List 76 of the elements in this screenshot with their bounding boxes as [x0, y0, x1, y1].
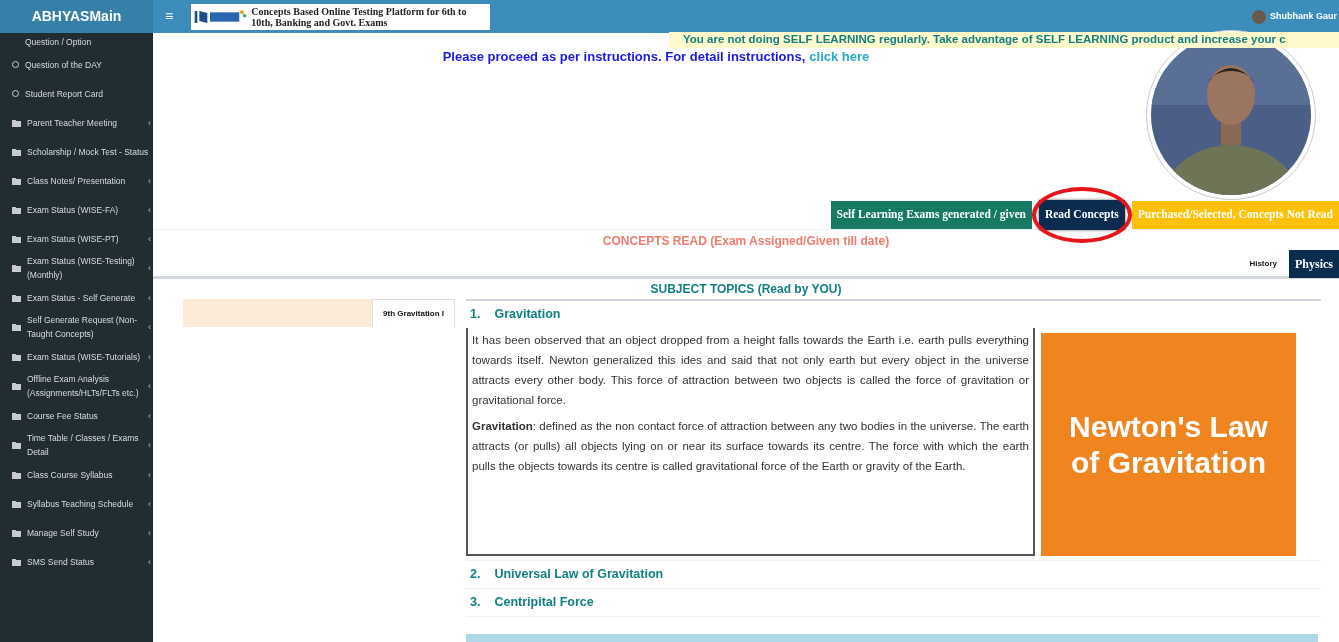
subject-tab[interactable]: Physics [1289, 249, 1339, 278]
topic-paragraph: It has been observed that an object dropped from a height falls towards the Earth i.e. earth pulls everything towards itself. Newton generalized this ides and said that not only earth but every object in the universe attracts every other body. This force of attraction between two objects is called the force of gravitation or gravitational force. [472, 333, 1029, 408]
chevron-icon: ‹ [148, 202, 151, 217]
user-name[interactable]: Shubhank Gaur [1270, 9, 1337, 24]
topic-header[interactable]: 1. Gravitation [466, 301, 1321, 328]
chevron-icon: ‹ [148, 525, 151, 540]
sidebar-item[interactable]: Self Generate Request (Non-Taught Concepts) ‹ [0, 312, 153, 342]
folder-icon [12, 470, 21, 479]
instructions-text: Please proceed as per instructions. For detail instructions, [442, 48, 806, 66]
sidebar-item[interactable]: Exam Status (WISE-Tutorials) ‹ [0, 342, 153, 371]
logo-tagline: Concepts Based Online Testing Platform for 6th to 10th, Banking and Govt. Exams [251, 5, 468, 28]
topic-number: 1. [470, 306, 481, 324]
chevron-icon: ‹ [148, 438, 151, 452]
brand-title: ABHYASMain [31, 7, 122, 26]
topic-title: Centripital Force [494, 594, 594, 612]
sidebar-item[interactable]: SMS Send Status ‹ [0, 547, 153, 576]
chevron-icon: ‹ [148, 467, 151, 482]
sidebar-item[interactable]: Time Table / Classes / Exams Detail ‹ [0, 430, 153, 460]
chevron-icon: ‹ [148, 408, 151, 423]
topic-number: 2. [470, 566, 481, 584]
folder-icon [12, 411, 21, 420]
chevron-icon: ‹ [148, 320, 151, 334]
folder-icon [12, 264, 21, 272]
folder-icon [12, 528, 21, 537]
folder-icon [12, 323, 21, 331]
sidebar-item[interactable]: Exam Status - Self Generate ‹ [0, 283, 153, 312]
chapter-tab[interactable]: 9th Gravitation I [372, 299, 455, 328]
chevron-icon: ‹ [148, 115, 151, 130]
chevron-icon: ‹ [148, 231, 151, 246]
chevron-icon: ‹ [148, 379, 151, 393]
sidebar-item[interactable]: Manage Self Study ‹ [0, 518, 153, 547]
folder-icon [12, 441, 21, 449]
folder-icon [12, 118, 21, 127]
folder-icon [12, 352, 21, 361]
sidebar-item[interactable]: Class Course Syllabus ‹ [0, 460, 153, 489]
sidebar-item[interactable]: Parent Teacher Meeting ‹ [0, 108, 153, 137]
topic-paragraph: Gravitation: defined as the non contact force of attraction between any two bodies in the universe. The earth attracts (or pulls) all objects lying on or near its surface towards its centre. The force with which the earth pulls the objects towards its centre is called gravitational force of the Earth or gravity of the Earth. [472, 419, 1029, 474]
folder-icon [12, 557, 21, 566]
topics-heading: SUBJECT TOPICS (Read by YOU) [650, 281, 842, 298]
folder-icon [12, 234, 21, 243]
topic-number: 3. [470, 594, 481, 612]
sidebar-item[interactable]: Exam Status (WISE-FA) ‹ [0, 195, 153, 224]
folder-icon [12, 147, 21, 156]
topic-title: Universal Law of Gravitation [494, 566, 664, 584]
chevron-icon: ‹ [148, 496, 151, 511]
topic-title: Gravitation [494, 306, 561, 324]
notice-text: You are not doing SELF LEARNING regularly. Take advantage of SELF LEARNING product and increase your c [683, 32, 1286, 48]
topic-header[interactable]: 3. Centripital Force [466, 589, 1321, 616]
sidebar-item[interactable]: Student Report Card [0, 79, 153, 108]
sidebar-item[interactable]: Question / Option [0, 33, 153, 50]
sidebar-item[interactable]: Course Fee Status ‹ [0, 401, 153, 430]
folder-icon [12, 176, 21, 185]
sidebar-item[interactable]: Exam Status (WISE-PT) ‹ [0, 224, 153, 253]
folder-icon [12, 205, 21, 214]
menu-button[interactable]: ≡ [155, 6, 183, 27]
chevron-icon: ‹ [148, 554, 151, 569]
topic-header[interactable]: 2. Universal Law of Gravitation [466, 561, 1321, 588]
status-tab[interactable]: Self Learning Exams generated / given [830, 201, 1032, 229]
subject-tab[interactable]: History [1237, 249, 1289, 278]
concepts-heading: CONCEPTS READ (Exam Assigned/Given till date) [602, 232, 890, 250]
avatar-icon[interactable] [1252, 9, 1266, 24]
chevron-icon: ‹ [148, 173, 151, 188]
folder-icon [12, 382, 21, 390]
sidebar-item[interactable]: Scholarship / Mock Test - Status [0, 137, 153, 166]
folder-icon [12, 499, 21, 508]
chevron-icon: ‹ [148, 349, 151, 364]
sidebar-item[interactable]: Class Notes/ Presentation ‹ [0, 166, 153, 195]
chevron-icon: ‹ [148, 290, 151, 305]
sidebar-item[interactable]: Exam Status (WISE-Testing) (Monthly) ‹ [0, 253, 153, 283]
image-caption: Newton's Law of Gravitation [1068, 408, 1269, 481]
chevron-icon: ‹ [148, 261, 151, 275]
sidebar-item[interactable]: Syllabus Teaching Schedule ‹ [0, 489, 153, 518]
status-tab[interactable]: Read Concepts [1038, 200, 1125, 230]
sidebar-item[interactable]: Offline Exam Analysis (Assignments/HLTs/FLTs etc.) ‹ [0, 371, 153, 401]
folder-icon [12, 293, 21, 302]
sidebar-item[interactable]: Question of the DAY [0, 50, 153, 79]
